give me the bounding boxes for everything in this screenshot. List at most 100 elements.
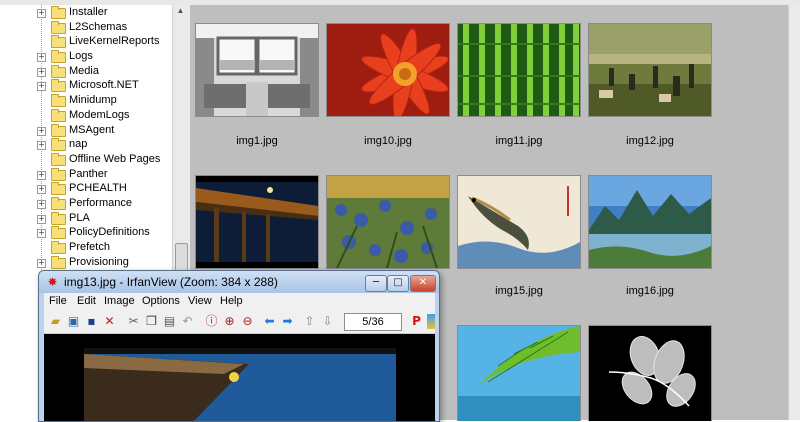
expand-icon[interactable]: + <box>37 170 46 180</box>
close-button[interactable]: ✕ <box>410 275 436 292</box>
tree-item[interactable]: + Logs <box>0 49 172 64</box>
tree-item[interactable]: + PolicyDefinitions <box>0 225 172 240</box>
scrollbar-thumb[interactable] <box>175 243 188 273</box>
tree-item[interactable]: + PLA <box>0 211 172 226</box>
tree-item-label: LiveKernelReports <box>69 35 160 48</box>
thumbnail-image[interactable] <box>326 175 450 269</box>
tree-item-label: PLA <box>69 211 90 224</box>
tree-item[interactable]: + Media <box>0 64 172 79</box>
expand-icon[interactable]: + <box>37 214 46 224</box>
slideshow-icon[interactable]: ▣ <box>66 314 81 329</box>
menu-options[interactable]: Options <box>142 295 180 307</box>
thumbnail-image[interactable] <box>588 325 712 421</box>
expand-icon[interactable]: + <box>37 9 46 18</box>
thumbnail-image[interactable] <box>457 23 581 117</box>
zoom-out-icon[interactable]: ⊖ <box>240 314 255 329</box>
tree-item-label: PCHEALTH <box>69 182 127 195</box>
tree-item[interactable]: LiveKernelReports <box>0 34 172 49</box>
copy-icon[interactable]: ❐ <box>144 314 159 329</box>
folder-icon <box>51 138 66 152</box>
thumbnail-image[interactable] <box>588 23 712 117</box>
tree-item[interactable]: + nap <box>0 137 172 152</box>
tree-item[interactable]: + Panther <box>0 167 172 182</box>
paint-icon[interactable]: P <box>409 314 424 329</box>
expand-icon[interactable]: + <box>37 82 46 92</box>
first-image-icon[interactable]: ⇧ <box>302 314 317 329</box>
delete-icon[interactable]: ✕ <box>102 314 117 329</box>
info-icon[interactable]: ⓘ <box>204 314 219 329</box>
tree-item-label: nap <box>69 138 88 151</box>
tree-item[interactable]: + Provisioning <box>0 255 172 270</box>
thumbnail-item[interactable]: img11.jpg <box>457 23 581 147</box>
irfanview-app-icon: ✸ <box>47 275 58 289</box>
tree-item-label: Logs <box>69 50 93 63</box>
tree-item[interactable]: L2Schemas <box>0 20 172 35</box>
save-icon[interactable]: ▪ <box>84 314 99 329</box>
menu-file[interactable]: File <box>49 295 67 307</box>
maximize-button[interactable]: □ <box>387 275 409 292</box>
undo-icon[interactable]: ↶ <box>180 314 195 329</box>
thumbnail-item[interactable] <box>195 175 319 269</box>
expand-icon[interactable]: + <box>37 258 46 268</box>
tree-item[interactable]: + Performance <box>0 196 172 211</box>
toolbar: ▰ ▣ ▪ ✕ ✂ ❐ ▤ ↶ ⓘ ⊕ ⊖ ⬅ ➡ ⇧ ⇩ 5/36 P <box>44 311 435 334</box>
last-image-icon[interactable]: ⇩ <box>320 314 335 329</box>
thumbnail-image[interactable] <box>457 325 581 421</box>
zoom-in-icon[interactable]: ⊕ <box>222 314 237 329</box>
thumbnail-item[interactable] <box>457 325 581 421</box>
thumbnail-caption: img12.jpg <box>626 135 674 147</box>
menu-image[interactable]: Image <box>104 295 135 307</box>
expand-icon[interactable]: + <box>37 185 46 195</box>
tree-item[interactable]: ModemLogs <box>0 108 172 123</box>
thumbnail-image[interactable] <box>195 175 319 269</box>
menu-help[interactable]: Help <box>220 295 243 307</box>
tree-item[interactable]: Prefetch <box>0 240 172 255</box>
tree-item[interactable]: + Microsoft.NET <box>0 78 172 93</box>
folder-icon <box>51 6 66 19</box>
cut-icon[interactable]: ✂ <box>126 314 141 329</box>
thumbnail-item[interactable]: img15.jpg <box>457 175 581 297</box>
thumbnail-item[interactable]: img1.jpg <box>195 23 319 147</box>
tree-item-label: Media <box>69 64 99 77</box>
expand-icon[interactable]: + <box>37 199 46 209</box>
tree-item-label: Provisioning <box>69 255 129 268</box>
folder-icon <box>51 226 66 240</box>
expand-icon[interactable]: + <box>37 53 46 63</box>
thumbnail-item[interactable]: img12.jpg <box>588 23 712 147</box>
irfanview-window[interactable]: ✸ img13.jpg - IrfanView (Zoom: 384 x 288… <box>38 270 440 422</box>
thumbnail-item[interactable]: img16.jpg <box>588 175 712 297</box>
expand-icon[interactable]: + <box>37 229 46 239</box>
thumbnail-scrollbar[interactable] <box>788 5 800 420</box>
title-bar[interactable]: ✸ img13.jpg - IrfanView (Zoom: 384 x 288… <box>39 271 439 293</box>
expand-icon[interactable]: + <box>37 126 46 136</box>
tree-item[interactable]: Offline Web Pages <box>0 152 172 167</box>
expand-icon[interactable]: + <box>37 141 46 151</box>
image-viewport[interactable] <box>44 334 435 421</box>
minimize-button[interactable]: ─ <box>365 275 387 292</box>
thumbnail-item[interactable] <box>588 325 712 421</box>
paste-icon[interactable]: ▤ <box>162 314 177 329</box>
tree-item[interactable]: + Installer <box>0 5 172 20</box>
folder-icon <box>51 167 66 181</box>
window-title: img13.jpg - IrfanView (Zoom: 384 x 288) <box>64 275 278 289</box>
thumbnail-item[interactable]: img10.jpg <box>326 23 450 147</box>
menu-edit[interactable]: Edit <box>77 295 96 307</box>
previous-arrow-icon[interactable]: ⬅ <box>262 314 277 329</box>
scroll-up-icon[interactable]: ▲ <box>175 6 186 18</box>
folder-icon <box>51 108 66 122</box>
thumbnail-image[interactable] <box>326 23 450 117</box>
menu-view[interactable]: View <box>188 295 212 307</box>
tree-item-label: Offline Web Pages <box>69 152 161 165</box>
thumbnail-item[interactable] <box>326 175 450 269</box>
tree-item[interactable]: Minidump <box>0 93 172 108</box>
next-arrow-icon[interactable]: ➡ <box>280 314 295 329</box>
thumbnail-image[interactable] <box>457 175 581 269</box>
thumbnail-caption: img11.jpg <box>495 135 543 147</box>
expand-icon[interactable]: + <box>37 67 46 77</box>
tree-item[interactable]: + MSAgent <box>0 123 172 138</box>
open-folder-icon[interactable]: ▰ <box>48 314 63 329</box>
palette-icon[interactable] <box>427 314 435 329</box>
thumbnail-image[interactable] <box>195 23 319 117</box>
thumbnail-image[interactable] <box>588 175 712 269</box>
tree-item[interactable]: + PCHEALTH <box>0 181 172 196</box>
